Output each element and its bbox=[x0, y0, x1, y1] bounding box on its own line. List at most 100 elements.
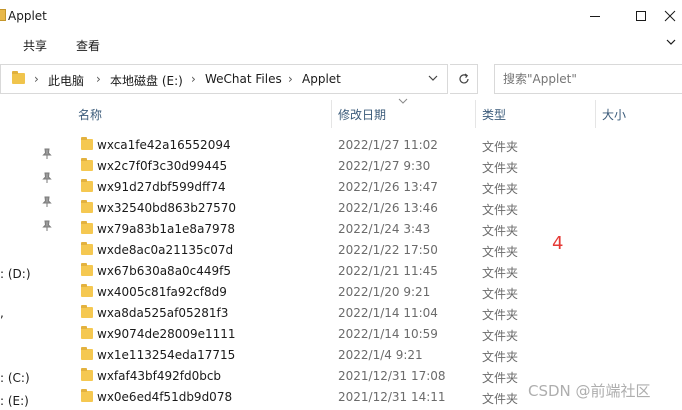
address-bar[interactable]: › 此电脑 › 本地磁盘 (E:) › WeChat Files › Apple… bbox=[0, 64, 448, 94]
refresh-button[interactable] bbox=[450, 64, 478, 94]
file-modified-date: 2022/1/14 11:04 bbox=[338, 306, 438, 320]
file-type: 文件夹 bbox=[482, 308, 519, 322]
ribbon: 共享 查看 bbox=[0, 32, 682, 58]
file-type: 文件夹 bbox=[482, 161, 519, 175]
file-modified-date: 2021/12/31 17:08 bbox=[338, 369, 446, 383]
file-name: wx2c7f0f3c30d99445 bbox=[97, 159, 228, 173]
file-type: 文件夹 bbox=[482, 329, 519, 343]
file-modified-date: 2022/1/4 9:21 bbox=[338, 348, 423, 362]
search-input[interactable] bbox=[503, 72, 673, 86]
file-modified-date: 2022/1/27 11:02 bbox=[338, 138, 438, 152]
file-name: wx67b630a8a0c449f5 bbox=[97, 264, 232, 278]
search-box[interactable] bbox=[494, 64, 682, 94]
file-row[interactable]: wxca1fe42a16552094 2022/1/27 11:02 文件夹 bbox=[0, 135, 682, 156]
file-type: 文件夹 bbox=[482, 245, 519, 259]
file-modified-date: 2022/1/14 10:59 bbox=[338, 327, 438, 341]
file-modified-date: 2022/1/20 9:21 bbox=[338, 285, 431, 299]
file-type: 文件夹 bbox=[482, 371, 519, 385]
folder-icon bbox=[81, 284, 93, 297]
breadcrumb-drive-e[interactable]: 本地磁盘 (E:) bbox=[110, 72, 183, 89]
breadcrumb-applet[interactable]: Applet bbox=[302, 72, 341, 86]
column-divider[interactable] bbox=[331, 100, 332, 128]
folder-icon bbox=[81, 326, 93, 339]
folder-icon bbox=[81, 263, 93, 276]
maximize-icon bbox=[636, 11, 646, 21]
file-row[interactable]: wx32540bd863b27570 2022/1/26 13:46 文件夹 bbox=[0, 198, 682, 219]
file-name: wx91d27dbf599dff74 bbox=[97, 180, 226, 194]
folder-icon bbox=[12, 71, 25, 84]
file-modified-date: 2021/12/31 14:11 bbox=[338, 390, 446, 404]
folder-icon bbox=[81, 200, 93, 213]
chevron-right-icon[interactable]: › bbox=[34, 72, 39, 86]
file-row[interactable]: wxde8ac0a21135c07d 2022/1/22 17:50 文件夹 bbox=[0, 240, 682, 261]
chevron-right-icon[interactable]: › bbox=[96, 72, 101, 86]
file-modified-date: 2022/1/27 9:30 bbox=[338, 159, 431, 173]
file-type: 文件夹 bbox=[482, 203, 519, 217]
file-row[interactable]: wx91d27dbf599dff74 2022/1/26 13:47 文件夹 bbox=[0, 177, 682, 198]
file-modified-date: 2022/1/22 17:50 bbox=[338, 243, 438, 257]
file-name: wxde8ac0a21135c07d bbox=[97, 243, 234, 257]
maximize-button[interactable] bbox=[618, 0, 664, 32]
file-modified-date: 2022/1/21 11:45 bbox=[338, 264, 438, 278]
minimize-icon bbox=[590, 15, 600, 17]
title-bar: Applet bbox=[0, 0, 682, 32]
file-row[interactable]: wxa8da525af05281f3 2022/1/14 11:04 文件夹 bbox=[0, 303, 682, 324]
annotation-number: 4 bbox=[552, 233, 564, 254]
folder-app-icon bbox=[0, 9, 6, 21]
folder-icon bbox=[81, 305, 93, 318]
column-divider[interactable] bbox=[595, 100, 596, 128]
close-icon bbox=[664, 10, 676, 22]
file-name: wxfaf43bf492fd0bcb bbox=[97, 369, 222, 383]
breadcrumb-this-pc[interactable]: 此电脑 bbox=[48, 72, 84, 89]
tab-share[interactable]: 共享 bbox=[23, 37, 47, 54]
file-type: 文件夹 bbox=[482, 392, 519, 406]
file-name: wx9074de28009e1111 bbox=[97, 327, 236, 341]
file-modified-date: 2022/1/26 13:46 bbox=[338, 201, 438, 215]
folder-icon bbox=[81, 137, 93, 150]
file-type: 文件夹 bbox=[482, 140, 519, 154]
close-button[interactable] bbox=[664, 0, 682, 32]
folder-icon bbox=[81, 347, 93, 360]
folder-icon bbox=[81, 368, 93, 381]
file-modified-date: 2022/1/24 3:43 bbox=[338, 222, 431, 236]
file-row[interactable]: wx4005c81fa92cf8d9 2022/1/20 9:21 文件夹 bbox=[0, 282, 682, 303]
column-header-name[interactable]: 名称 bbox=[78, 106, 102, 123]
sort-arrow-icon bbox=[398, 98, 408, 104]
address-row: › 此电脑 › 本地磁盘 (E:) › WeChat Files › Apple… bbox=[0, 62, 682, 96]
minimize-button[interactable] bbox=[572, 0, 618, 32]
tab-view[interactable]: 查看 bbox=[76, 37, 100, 54]
folder-icon bbox=[81, 221, 93, 234]
file-name: wxca1fe42a16552094 bbox=[97, 138, 231, 152]
chevron-right-icon[interactable]: › bbox=[191, 72, 196, 86]
column-header-size[interactable]: 大小 bbox=[602, 106, 626, 123]
file-row[interactable]: wx79a83b1a1e8a7978 2022/1/24 3:43 文件夹 bbox=[0, 219, 682, 240]
file-row[interactable]: wx1e113254eda17715 2022/1/4 9:21 文件夹 bbox=[0, 345, 682, 366]
chevron-right-icon[interactable]: › bbox=[288, 72, 293, 86]
folder-icon bbox=[81, 242, 93, 255]
file-type: 文件夹 bbox=[482, 287, 519, 301]
file-type: 文件夹 bbox=[482, 182, 519, 196]
file-row[interactable]: wx2c7f0f3c30d99445 2022/1/27 9:30 文件夹 bbox=[0, 156, 682, 177]
chevron-down-icon[interactable] bbox=[427, 73, 439, 83]
file-name: wx1e113254eda17715 bbox=[97, 348, 236, 362]
folder-icon bbox=[81, 179, 93, 192]
column-header-modified[interactable]: 修改日期 bbox=[338, 106, 386, 123]
file-row[interactable]: wx67b630a8a0c449f5 2022/1/21 11:45 文件夹 bbox=[0, 261, 682, 282]
chevron-down-icon[interactable] bbox=[666, 38, 676, 46]
file-name: wx0e6ed4f51db9d078 bbox=[97, 390, 233, 404]
breadcrumb-wechat-files[interactable]: WeChat Files bbox=[205, 72, 282, 86]
column-divider[interactable] bbox=[475, 100, 476, 128]
window-title: Applet bbox=[8, 9, 47, 23]
file-row[interactable]: wx9074de28009e1111 2022/1/14 10:59 文件夹 bbox=[0, 324, 682, 345]
column-header-type[interactable]: 类型 bbox=[482, 106, 506, 123]
file-name: wx4005c81fa92cf8d9 bbox=[97, 285, 227, 299]
file-type: 文件夹 bbox=[482, 350, 519, 364]
file-name: wx32540bd863b27570 bbox=[97, 201, 237, 215]
folder-icon bbox=[81, 389, 93, 402]
file-type: 文件夹 bbox=[482, 224, 519, 238]
file-modified-date: 2022/1/26 13:47 bbox=[338, 180, 438, 194]
file-type: 文件夹 bbox=[482, 266, 519, 280]
folder-icon bbox=[81, 158, 93, 171]
file-name: wxa8da525af05281f3 bbox=[97, 306, 229, 320]
file-name: wx79a83b1a1e8a7978 bbox=[97, 222, 235, 236]
